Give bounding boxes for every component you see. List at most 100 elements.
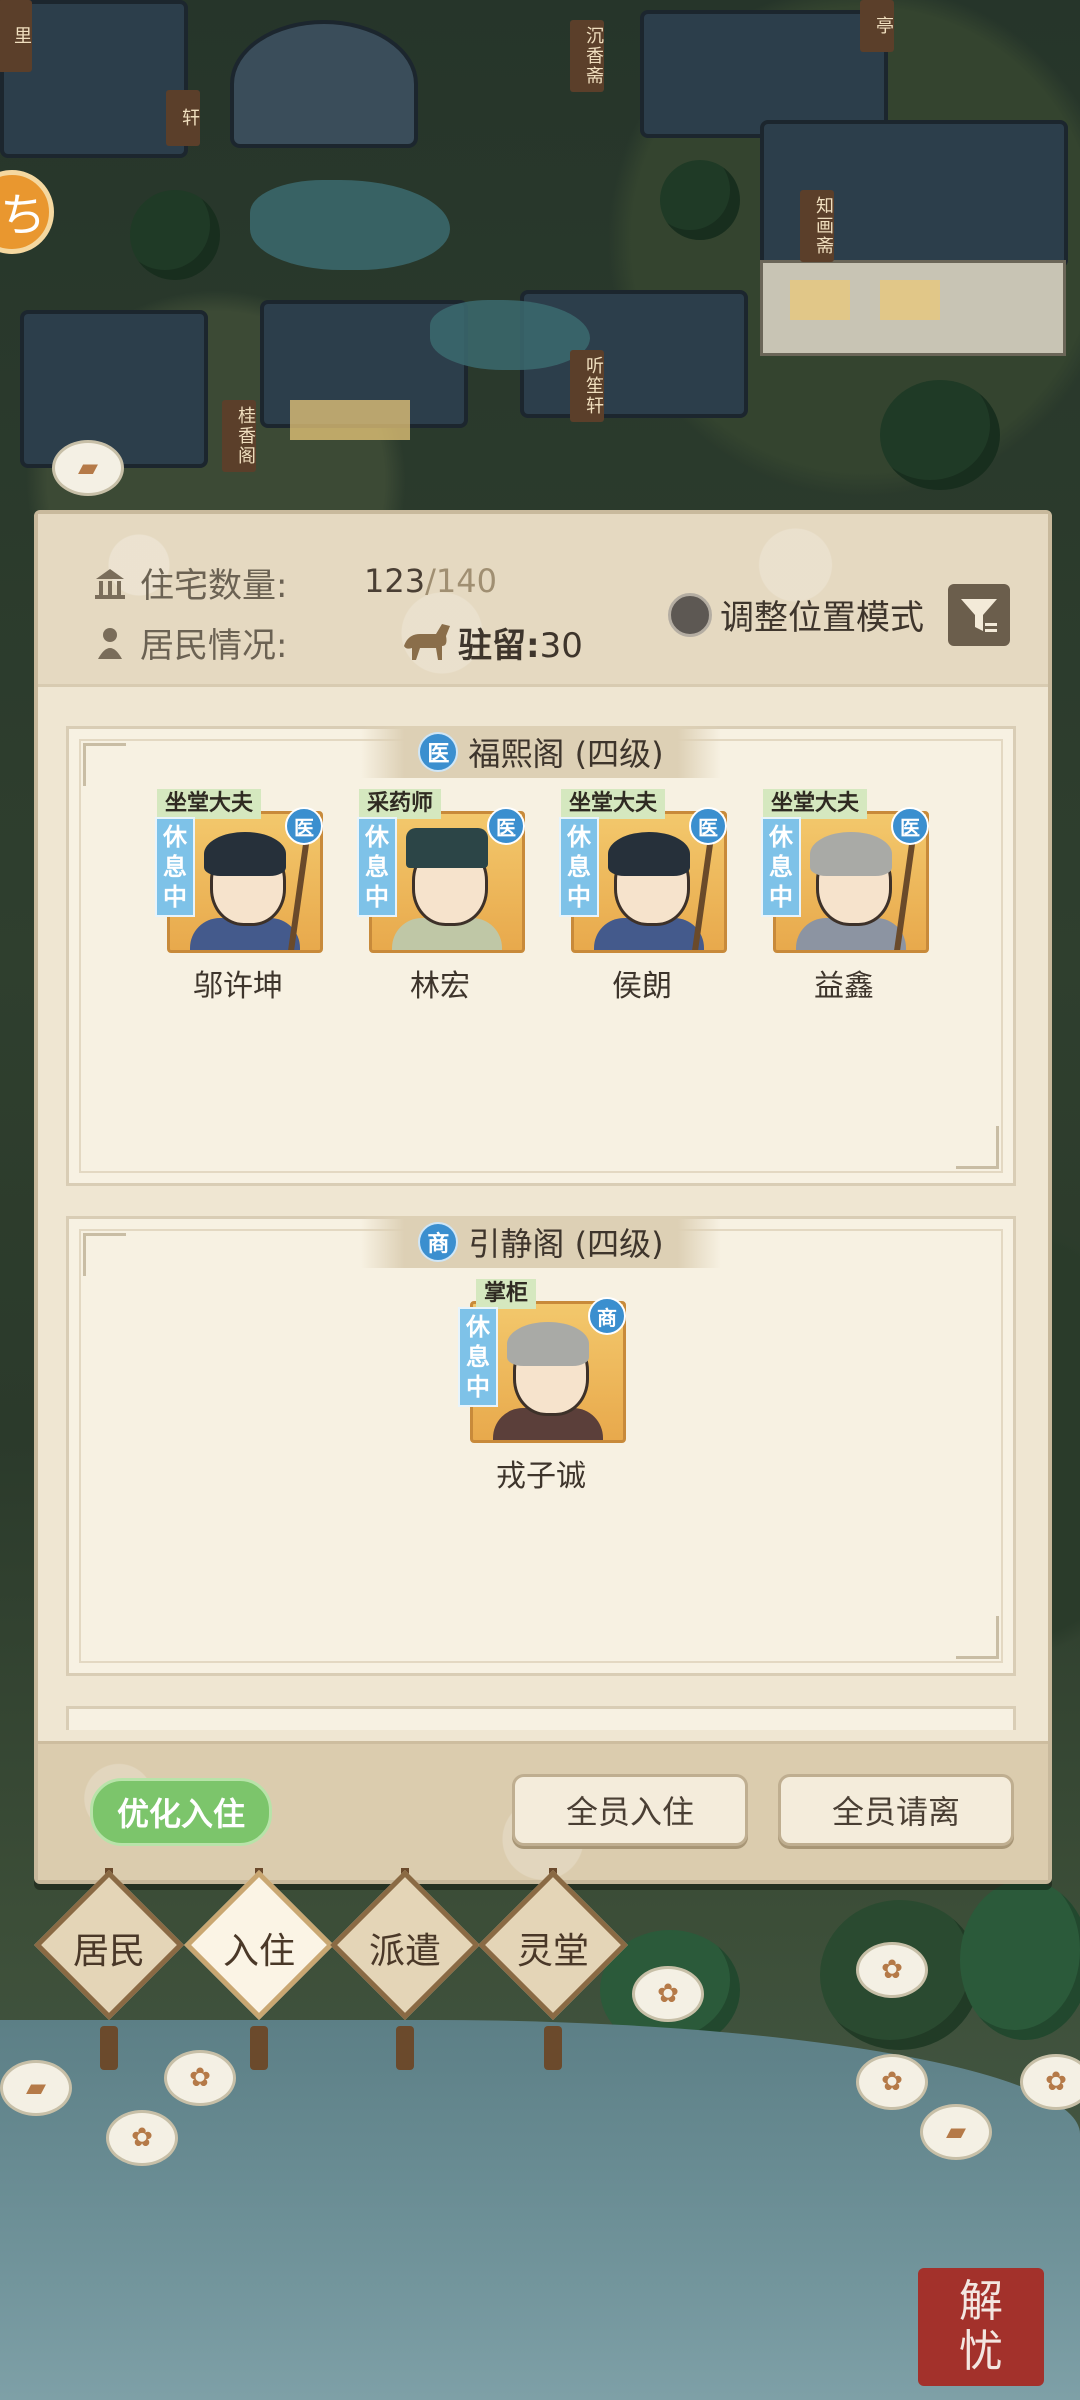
role-tag: 坐堂大夫: [561, 789, 666, 819]
resource-bubble[interactable]: ▰: [920, 2104, 992, 2160]
resource-bubble[interactable]: ▰: [0, 2060, 72, 2116]
portrait-staff: [893, 834, 917, 950]
resident-card[interactable]: 坐堂大夫 休息中 医 益鑫: [756, 789, 932, 1005]
window-glow: [790, 280, 850, 320]
card-corner: [83, 1233, 126, 1276]
resident-list: 坐堂大夫 休息中 医 邬许坤 采药师 休息中 医 林宏 坐堂大夫 休 息 中 医…: [69, 789, 1013, 1005]
role-tag: 掌柜: [476, 1279, 537, 1309]
portrait-hair: [608, 832, 690, 876]
tree: [660, 160, 740, 240]
side-menu-button[interactable]: ち: [0, 170, 54, 254]
resting-status: 休息中: [761, 817, 801, 917]
tree: [130, 190, 220, 280]
all-leave-button[interactable]: 全员请离: [778, 1774, 1014, 1846]
resting-status: 休息中: [155, 817, 195, 917]
shop-sign[interactable]: 轩: [166, 90, 200, 146]
nav-peg: [250, 2026, 268, 2070]
nav-dispatch[interactable]: 派遣: [330, 1868, 480, 2070]
stay-count: 驻留:30: [458, 618, 583, 667]
shop-sign[interactable]: 里: [0, 0, 32, 72]
portrait-hat: [406, 828, 488, 868]
card-corner: [83, 743, 126, 786]
nav-peg: [396, 2026, 414, 2070]
building-list[interactable]: 医 福熙阁 (四级) 坐堂大夫 休息中 医 邬许坤 采药师 休 息 中 医 林宏…: [66, 710, 1016, 1730]
building-title-bar: 商 引静阁 (四级): [361, 1216, 721, 1268]
resource-bubble[interactable]: ✿: [632, 1966, 704, 2022]
seal-char: 忧: [959, 2326, 1003, 2377]
resident-card[interactable]: 坐堂大夫 休息中 医 邬许坤: [150, 789, 326, 1005]
mode-label: 调整位置模式: [720, 598, 924, 638]
side-button-glyph: ち: [0, 188, 46, 242]
building-roof: [20, 310, 208, 468]
portrait-staff: [287, 834, 311, 950]
portrait-frame: 坐堂大夫 休息中 医: [759, 789, 929, 953]
filter-button[interactable]: [948, 584, 1010, 646]
building-card: 商 引静阁 (四级) 掌柜 休息中 商 戎子诚: [66, 1216, 1016, 1676]
portrait-hair: [810, 832, 892, 876]
resident-card[interactable]: 掌柜 休息中 商 戎子诚: [453, 1279, 629, 1495]
resident-name: 林宏: [410, 969, 470, 1004]
house-icon: [90, 563, 130, 603]
portrait-frame: 坐堂大夫 休息中 医: [557, 789, 727, 953]
resident-name: 戎子诚: [496, 1459, 586, 1494]
nav-peg: [544, 2026, 562, 2070]
shop-sign[interactable]: 沉香斋: [570, 20, 604, 92]
housing-row: 住宅数量:: [90, 558, 287, 607]
resource-bubble[interactable]: ✿: [106, 2110, 178, 2166]
window-glow: [880, 280, 940, 320]
resident-card[interactable]: 采药师 休息中 医 林宏: [352, 789, 528, 1005]
portrait-frame: 采药师 休息中 医: [355, 789, 525, 953]
resource-bubble[interactable]: ✿: [856, 1942, 928, 1998]
person-icon: [90, 623, 130, 663]
resting-status: 休息中: [458, 1307, 498, 1407]
jieyou-seal-button[interactable]: 解 忧: [918, 2268, 1044, 2386]
portrait-hair: [204, 832, 286, 876]
role-tag: 坐堂大夫: [157, 789, 262, 819]
portrait-staff: [691, 834, 715, 950]
shop-sign[interactable]: 听笙轩: [570, 350, 604, 422]
profession-badge-icon: 医: [891, 807, 929, 845]
shop-sign[interactable]: 知画斋: [800, 190, 834, 262]
stay-label: 驻留:: [458, 626, 540, 666]
nav-peg: [100, 2026, 118, 2070]
resident-name: 侯朗: [612, 969, 672, 1004]
building-title: 福熙阁 (四级): [468, 735, 664, 773]
resting-status: 休息中: [357, 817, 397, 917]
shop-sign[interactable]: 亭: [860, 0, 894, 52]
card-corner: [956, 1616, 999, 1659]
nav-label: 灵堂: [516, 1931, 589, 1972]
shop-sign[interactable]: 桂香阁: [222, 400, 256, 472]
panel-header: 住宅数量: 123/140 居民情况: 驻留:30 调整位置模式: [38, 514, 1048, 687]
resident-name: 邬许坤: [193, 969, 283, 1004]
role-tag: 坐堂大夫: [763, 789, 868, 819]
all-move-in-button[interactable]: 全员入住: [512, 1774, 748, 1846]
profession-badge-icon: 商: [588, 1297, 626, 1335]
resource-bubble[interactable]: ▰: [52, 440, 124, 496]
optimize-move-in-button[interactable]: 优化入住: [90, 1778, 272, 1846]
resident-card[interactable]: 坐堂大夫 休息中 医 侯朗: [554, 789, 730, 1005]
resident-name: 益鑫: [814, 969, 874, 1004]
nav-memorial-hall[interactable]: 灵堂: [478, 1868, 628, 2070]
medical-badge-icon: 医: [418, 732, 459, 772]
nav-residents[interactable]: 居民: [34, 1868, 184, 2070]
adjust-position-mode-toggle[interactable]: 调整位置模式: [668, 590, 924, 639]
toggle-dot: [668, 592, 712, 637]
building-title-bar: 医 福熙阁 (四级): [361, 726, 721, 778]
nav-move-in[interactable]: 入住: [184, 1868, 334, 2070]
panel-footer: 优化入住 全员入住 全员请离: [38, 1741, 1048, 1880]
profession-badge-icon: 医: [689, 807, 727, 845]
tree: [960, 1880, 1080, 2040]
housing-label: 住宅数量:: [140, 566, 288, 606]
housing-current: 123: [364, 562, 426, 600]
resource-bubble[interactable]: ✿: [856, 2054, 928, 2110]
profession-badge-icon: 医: [487, 807, 525, 845]
residence-panel: 住宅数量: 123/140 居民情况: 驻留:30 调整位置模式 医 福熙阁 (…: [34, 510, 1052, 1884]
pavilion-roof: [230, 20, 418, 148]
housing-max: /140: [425, 562, 497, 600]
building-title: 引静阁 (四级): [468, 1225, 664, 1263]
merchant-badge-icon: 商: [418, 1222, 459, 1262]
tree: [880, 380, 1000, 490]
stay-number: 30: [539, 626, 583, 666]
building-card: 医 福熙阁 (四级) 坐堂大夫 休息中 医 邬许坤 采药师 休 息 中 医 林宏…: [66, 726, 1016, 1186]
portrait-hair: [507, 1322, 589, 1366]
